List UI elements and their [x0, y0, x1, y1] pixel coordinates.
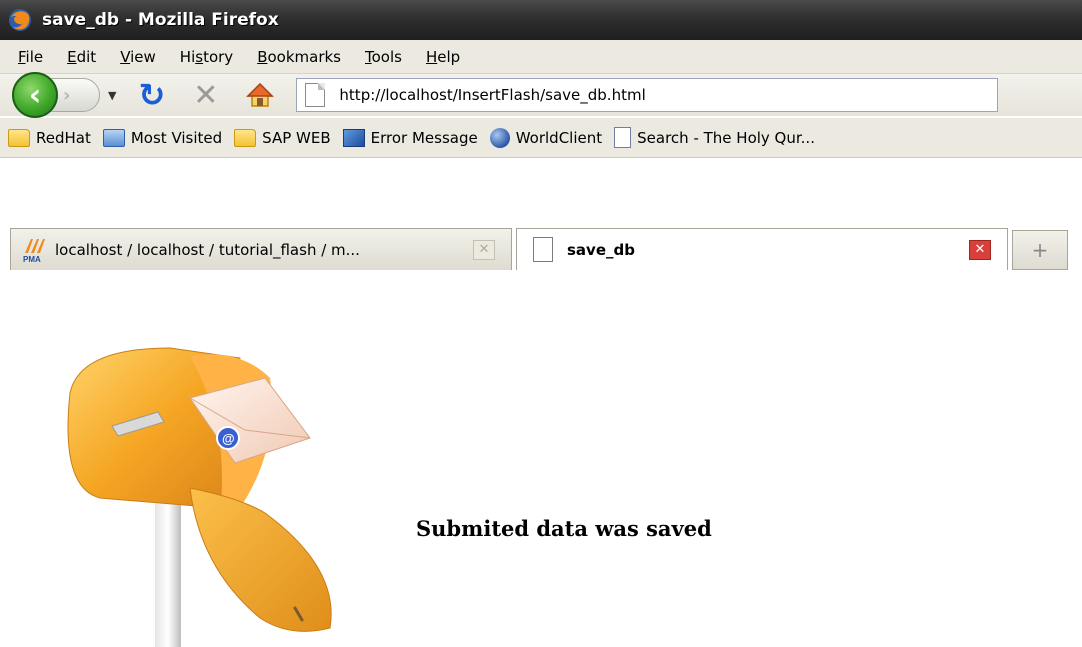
- back-button[interactable]: ‹: [12, 72, 58, 118]
- window-title: save_db - Mozilla Firefox: [42, 10, 279, 30]
- menu-bar: File Edit View History Bookmarks Tools H…: [0, 40, 1082, 74]
- bookmark-redhat[interactable]: RedHat: [8, 128, 91, 147]
- home-icon[interactable]: [246, 81, 275, 109]
- url-text[interactable]: http://localhost/InsertFlash/save_db.htm…: [339, 86, 645, 104]
- bookmarks-toolbar: RedHat Most Visited SAP WEB Error Messag…: [0, 118, 1082, 158]
- tab-label: save_db: [567, 240, 635, 259]
- svg-text:@: @: [222, 431, 235, 446]
- reload-icon[interactable]: ↻: [138, 76, 165, 114]
- mailbox-image: @: [67, 347, 332, 647]
- bookmark-sap-web[interactable]: SAP WEB: [234, 128, 331, 147]
- page-icon: [533, 237, 553, 262]
- globe-icon: [489, 127, 510, 148]
- menu-view[interactable]: View: [108, 48, 168, 66]
- menu-help[interactable]: Help: [414, 48, 472, 66]
- firefox-icon: [9, 9, 31, 31]
- phpmyadmin-icon: PMA: [21, 237, 49, 264]
- plus-icon: +: [1031, 238, 1049, 262]
- save-confirmation-message: Submited data was saved: [416, 516, 712, 541]
- folder-icon: [8, 128, 30, 147]
- tab-label: localhost / localhost / tutorial_flash /…: [55, 240, 360, 259]
- tab-save-db[interactable]: save_db ✕: [516, 228, 1008, 270]
- new-tab-button[interactable]: +: [1012, 230, 1068, 270]
- url-bar[interactable]: http://localhost/InsertFlash/save_db.htm…: [296, 78, 999, 112]
- tab-phpmyadmin[interactable]: PMA localhost / localhost / tutorial_fla…: [10, 228, 512, 270]
- tab-strip: PMA localhost / localhost / tutorial_fla…: [0, 160, 1082, 278]
- error-message-icon: [342, 128, 365, 147]
- menu-file[interactable]: File: [6, 48, 55, 66]
- stop-icon[interactable]: ✕: [193, 78, 218, 113]
- forward-arrow-icon: ›: [63, 84, 71, 106]
- page-content: @ Submited data was saved: [0, 278, 1082, 647]
- svg-text:PMA: PMA: [23, 255, 41, 263]
- folder-icon: [234, 128, 257, 147]
- back-arrow-icon: ‹: [28, 77, 42, 113]
- bookmark-worldclient[interactable]: WorldClient: [489, 127, 602, 148]
- page-icon: [305, 83, 326, 107]
- navigation-toolbar: ‹ › ▼ ↻ ✕ http://localhost/InsertFlash/s…: [0, 72, 1082, 118]
- most-visited-icon: [102, 128, 125, 147]
- bookmark-holy-quran-search[interactable]: Search - The Holy Qur...: [614, 127, 815, 148]
- close-tab-icon[interactable]: ✕: [969, 239, 991, 260]
- menu-tools[interactable]: Tools: [353, 48, 414, 66]
- bookmark-error-message[interactable]: Error Message: [342, 128, 478, 147]
- menu-history[interactable]: History: [168, 48, 245, 66]
- bookmark-most-visited[interactable]: Most Visited: [102, 128, 222, 147]
- title-bar: save_db - Mozilla Firefox: [0, 0, 1082, 40]
- close-tab-icon[interactable]: ✕: [473, 239, 495, 260]
- menu-edit[interactable]: Edit: [55, 48, 108, 66]
- menu-bookmarks[interactable]: Bookmarks: [245, 48, 353, 66]
- history-dropdown-icon[interactable]: ▼: [108, 89, 116, 102]
- page-icon: [614, 127, 632, 148]
